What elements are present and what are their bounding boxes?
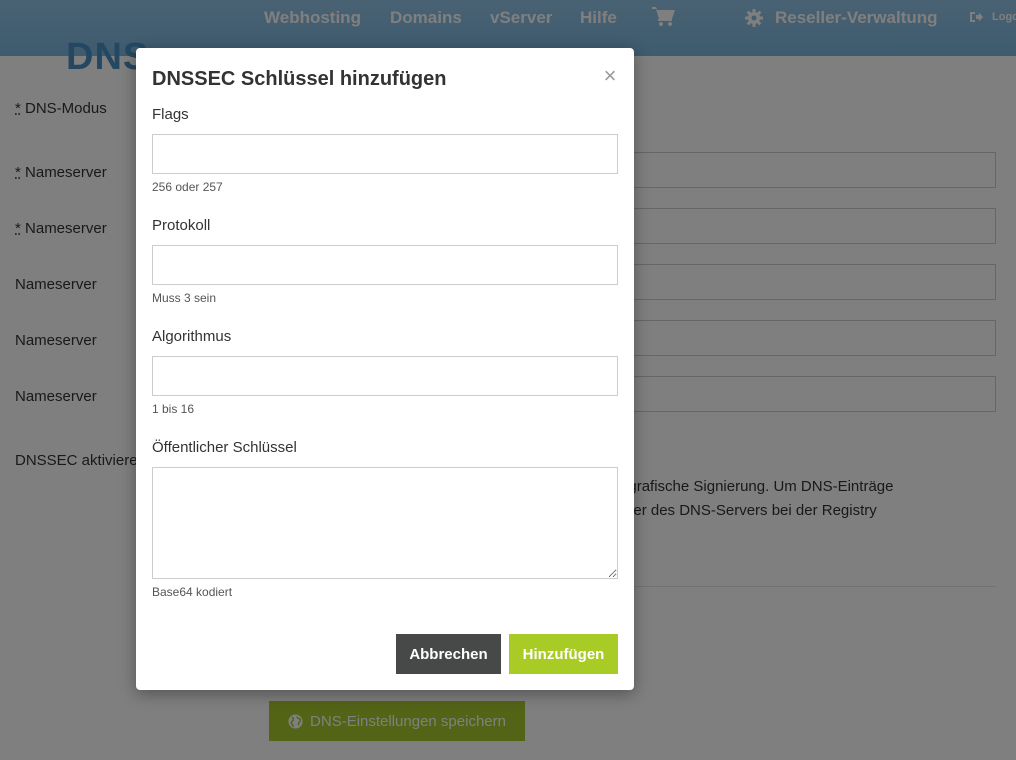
- algorithm-label: Algorithmus: [152, 328, 232, 345]
- protocol-help-text: Muss 3 sein: [152, 291, 217, 305]
- flags-input[interactable]: [152, 134, 618, 174]
- dnssec-key-dialog: DNSSEC Schlüssel hinzufügen × Flags 256 …: [136, 48, 634, 690]
- close-icon[interactable]: ×: [600, 65, 620, 87]
- algorithm-help-text: 1 bis 16: [152, 402, 195, 416]
- flags-label: Flags: [152, 106, 189, 123]
- dialog-title: DNSSEC Schlüssel hinzufügen: [152, 68, 447, 90]
- flags-help-text: 256 oder 257: [152, 180, 223, 194]
- protocol-label: Protokoll: [152, 217, 211, 234]
- public-key-help-text: Base64 kodiert: [152, 585, 233, 599]
- algorithm-input[interactable]: [152, 356, 618, 396]
- add-button[interactable]: Hinzufügen: [509, 634, 618, 674]
- cancel-button[interactable]: Abbrechen: [396, 634, 501, 674]
- protocol-input[interactable]: [152, 245, 618, 285]
- public-key-label: Öffentlicher Schlüssel: [152, 439, 297, 456]
- public-key-textarea[interactable]: [152, 467, 618, 579]
